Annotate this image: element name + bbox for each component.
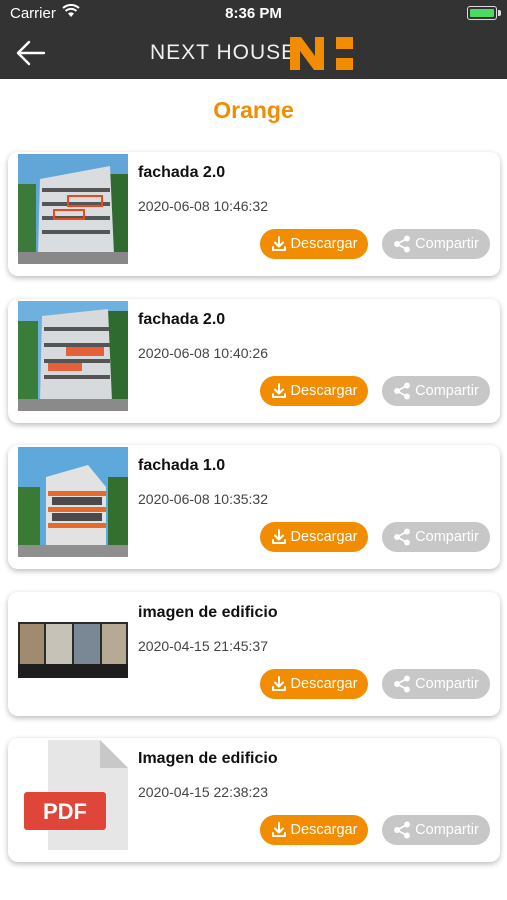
- building-thumbnail: [18, 447, 128, 557]
- download-label: Descargar: [290, 382, 358, 399]
- download-label: Descargar: [290, 822, 358, 838]
- file-name: fachada 1.0: [138, 457, 226, 474]
- file-card[interactable]: fachada 2.0 2020-06-08 10:46:32 Descarga…: [8, 152, 500, 276]
- file-card[interactable]: PDF Imagen de edificio 2020-04-15 22:38:…: [8, 738, 500, 862]
- share-icon: [394, 382, 411, 399]
- download-button[interactable]: Descargar: [260, 375, 368, 406]
- building-thumbnail: [18, 154, 128, 264]
- download-icon: [271, 675, 286, 691]
- status-bar: Carrier 8:36 PM: [0, 0, 507, 28]
- share-icon: [394, 235, 411, 253]
- file-date: 2020-06-08 10:40:26: [138, 344, 268, 361]
- share-button[interactable]: Compartir: [382, 229, 490, 259]
- share-label: Compartir: [415, 382, 479, 399]
- share-button[interactable]: Compartir: [382, 668, 490, 699]
- file-name: fachada 2.0: [138, 164, 226, 181]
- back-arrow-icon[interactable]: [14, 38, 48, 68]
- building-thumbnail: [18, 300, 128, 411]
- file-card[interactable]: fachada 1.0 2020-06-08 10:35:32 Descarga…: [8, 445, 500, 569]
- street-photo-thumbnail: [18, 593, 128, 704]
- file-name: Imagen de edificio: [138, 750, 278, 767]
- app-header: Carrier 8:36 PM NEXT HOUSE: [0, 0, 507, 79]
- share-button[interactable]: Compartir: [382, 815, 490, 845]
- file-name: imagen de edificio: [138, 603, 278, 621]
- pdf-badge: PDF: [43, 799, 87, 824]
- file-date: 2020-04-15 22:38:23: [138, 784, 268, 800]
- download-icon: [271, 529, 286, 544]
- share-label: Compartir: [415, 529, 479, 545]
- share-button[interactable]: Compartir: [382, 375, 490, 406]
- download-label: Descargar: [290, 675, 358, 692]
- battery-icon: [467, 6, 501, 20]
- clock: 8:36 PM: [225, 5, 282, 22]
- share-icon: [394, 675, 411, 692]
- download-label: Descargar: [290, 236, 358, 252]
- file-date: 2020-06-08 10:46:32: [138, 198, 268, 214]
- next-house-logo: [290, 37, 353, 70]
- download-icon: [271, 382, 286, 398]
- nav-bar: NEXT HOUSE: [0, 28, 507, 79]
- share-label: Compartir: [415, 675, 479, 692]
- share-icon: [394, 528, 411, 546]
- download-label: Descargar: [290, 529, 358, 545]
- download-button[interactable]: Descargar: [260, 815, 368, 845]
- brand-name: NEXT HOUSE: [150, 41, 297, 64]
- share-label: Compartir: [415, 236, 479, 252]
- download-button[interactable]: Descargar: [260, 229, 368, 259]
- download-button[interactable]: Descargar: [260, 668, 368, 699]
- download-button[interactable]: Descargar: [260, 522, 368, 552]
- page-title: Orange: [213, 97, 294, 123]
- download-icon: [271, 236, 286, 251]
- share-icon: [394, 821, 411, 839]
- pdf-file-icon: PDF: [24, 740, 128, 850]
- share-button[interactable]: Compartir: [382, 522, 490, 552]
- file-date: 2020-06-08 10:35:32: [138, 491, 268, 507]
- file-card[interactable]: fachada 2.0 2020-06-08 10:40:26 Descarga…: [8, 298, 500, 423]
- file-card[interactable]: imagen de edificio 2020-04-15 21:45:37 D…: [8, 591, 500, 716]
- file-list: fachada 2.0 2020-06-08 10:46:32 Descarga…: [8, 152, 500, 885]
- share-label: Compartir: [415, 822, 479, 838]
- download-icon: [271, 822, 286, 837]
- file-date: 2020-04-15 21:45:37: [138, 637, 268, 654]
- file-name: fachada 2.0: [138, 310, 226, 328]
